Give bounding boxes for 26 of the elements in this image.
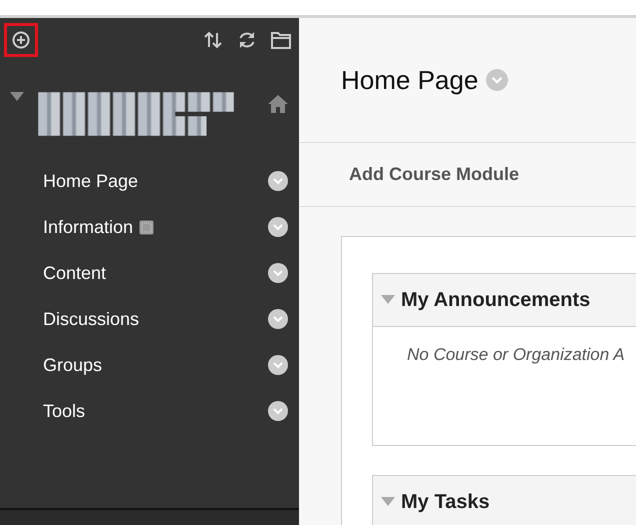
sidebar-nav-item[interactable]: Information bbox=[0, 204, 299, 250]
home-icon[interactable] bbox=[267, 94, 289, 114]
sidebar-nav-item[interactable]: Content bbox=[0, 250, 299, 296]
module-toggle-triangle-icon[interactable] bbox=[381, 497, 395, 507]
refresh-icon[interactable] bbox=[237, 30, 257, 50]
chevron-down-icon[interactable] bbox=[268, 355, 288, 375]
module-toggle-triangle-icon[interactable] bbox=[381, 295, 395, 305]
empty-message: No Course or Organization A bbox=[407, 345, 625, 364]
chevron-down-icon[interactable] bbox=[268, 171, 288, 191]
add-circle-icon bbox=[12, 31, 30, 49]
add-button[interactable] bbox=[4, 23, 38, 57]
add-course-module-link[interactable]: Add Course Module bbox=[349, 164, 519, 185]
module-title: My Tasks bbox=[401, 490, 490, 514]
collapse-triangle-icon[interactable] bbox=[10, 92, 24, 102]
page-title: Home Page bbox=[341, 64, 478, 96]
chevron-down-icon[interactable] bbox=[268, 217, 288, 237]
sidebar-nav-item[interactable]: Discussions bbox=[0, 296, 299, 342]
chevron-down-icon[interactable] bbox=[268, 309, 288, 329]
sidebar-nav-item[interactable]: Tools bbox=[0, 388, 299, 434]
sidebar-nav-item[interactable]: Home Page bbox=[0, 158, 299, 204]
chevron-down-icon[interactable] bbox=[268, 263, 288, 283]
module-title: My Announcements bbox=[401, 288, 590, 312]
folder-icon[interactable] bbox=[271, 31, 291, 49]
chevron-down-icon[interactable] bbox=[268, 401, 288, 421]
sidebar-nav-item[interactable]: Groups bbox=[0, 342, 299, 388]
sort-arrows-icon[interactable] bbox=[203, 30, 223, 50]
